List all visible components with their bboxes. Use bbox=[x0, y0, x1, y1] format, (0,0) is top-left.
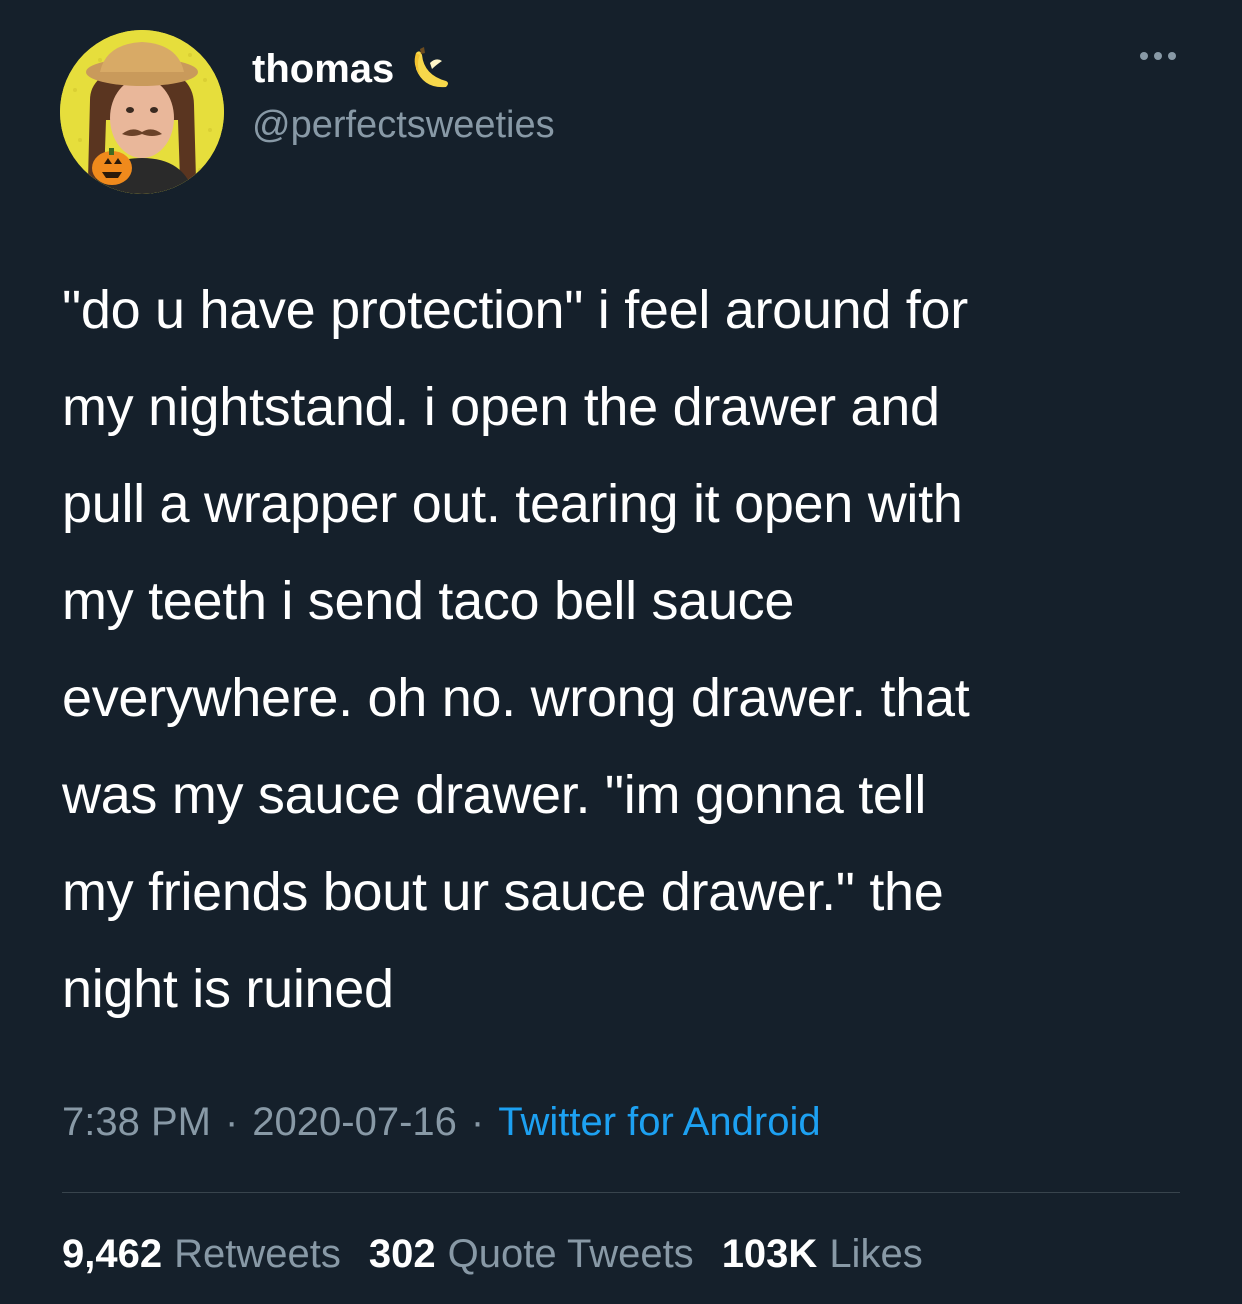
retweets-stat[interactable]: 9,462 Retweets bbox=[62, 1232, 341, 1277]
tweet-card: thomas @perfectsweeties "do u have prote… bbox=[0, 0, 1242, 1304]
separator: · bbox=[224, 1100, 239, 1144]
separator: · bbox=[470, 1100, 485, 1144]
divider bbox=[62, 1192, 1180, 1193]
tweet-stats: 9,462 Retweets 302 Quote Tweets 103K Lik… bbox=[62, 1232, 923, 1277]
quote-tweets-count: 302 bbox=[368, 1232, 436, 1276]
retweets-label: Retweets bbox=[174, 1232, 341, 1276]
likes-label: Likes bbox=[829, 1232, 923, 1276]
quote-tweets-stat[interactable]: 302 Quote Tweets bbox=[369, 1232, 694, 1277]
likes-count: 103K bbox=[721, 1232, 818, 1276]
display-name[interactable]: thomas bbox=[252, 47, 394, 92]
more-options-icon[interactable] bbox=[1140, 52, 1176, 60]
user-handle[interactable]: @perfectsweeties bbox=[252, 104, 555, 147]
avatar[interactable] bbox=[60, 30, 224, 194]
tweet-date[interactable]: 2020-07-16 bbox=[252, 1100, 457, 1145]
dot bbox=[1140, 52, 1148, 60]
dot bbox=[1168, 52, 1176, 60]
tweet-time[interactable]: 7:38 PM bbox=[62, 1100, 211, 1145]
tweet-text: "do u have protection" i feel around for… bbox=[62, 280, 970, 1019]
retweets-count: 9,462 bbox=[62, 1232, 163, 1276]
banana-icon bbox=[406, 45, 454, 93]
user-name-row[interactable]: thomas bbox=[252, 44, 454, 94]
likes-stat[interactable]: 103K Likes bbox=[722, 1232, 923, 1277]
tweet-meta: 7:38 PM · 2020-07-16 · Twitter for Andro… bbox=[62, 1100, 821, 1145]
tweet-source-link[interactable]: Twitter for Android bbox=[498, 1100, 820, 1145]
quote-tweets-label: Quote Tweets bbox=[447, 1232, 694, 1276]
dot bbox=[1154, 52, 1162, 60]
